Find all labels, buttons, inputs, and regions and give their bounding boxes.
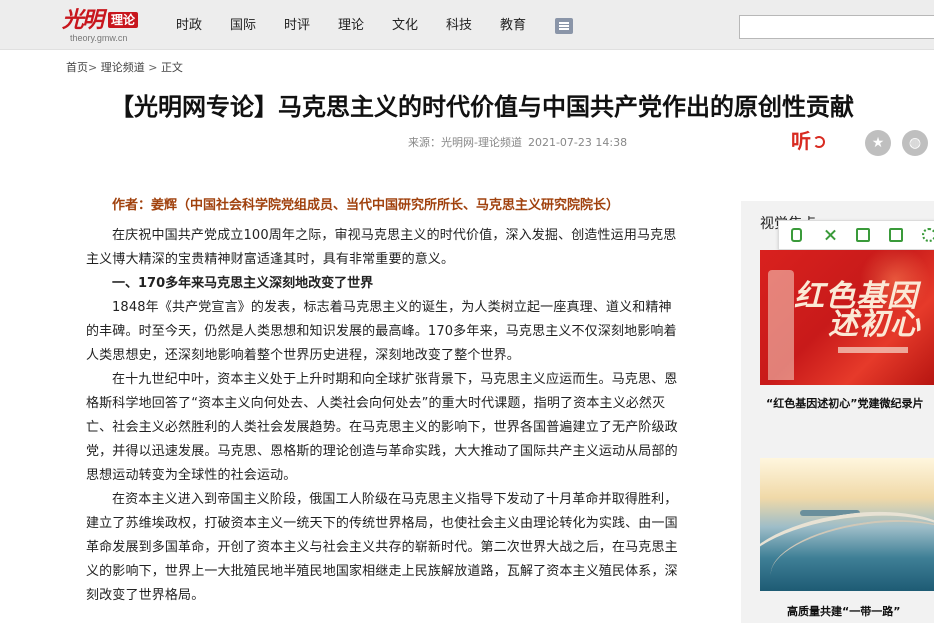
logo-subtitle: theory.gmw.cn xyxy=(70,33,128,43)
focus-caption-red-gene[interactable]: “红色基因述初心”党建微纪录片 xyxy=(766,397,923,411)
article-section-heading: 一、170多年来马克思主义深刻地改变了世界 xyxy=(112,276,374,291)
nav-item-politics[interactable]: 时政 xyxy=(176,18,202,34)
search-input[interactable] xyxy=(739,15,934,39)
breadcrumb-channel[interactable]: 理论频道 xyxy=(101,61,145,74)
nav-item-commentary[interactable]: 时评 xyxy=(284,18,310,34)
focus-image-belt-road[interactable] xyxy=(760,458,934,591)
phone-icon[interactable] xyxy=(791,228,802,242)
share-icon[interactable] xyxy=(889,228,903,242)
article-paragraph: 1848年《共产党宣言》的发表，标志着马克思主义的诞生，为人类树立起一座真理、道… xyxy=(86,300,677,363)
article-paragraph: 在庆祝中国共产党成立100周年之际，审视马克思主义的时代价值，深入发掘、创造性运… xyxy=(86,228,677,267)
listen-label: 听 xyxy=(791,129,811,153)
gear-icon[interactable] xyxy=(922,228,934,242)
favorite-star-icon[interactable]: ★ xyxy=(865,130,891,156)
wechat-share-icon[interactable]: ◍ xyxy=(902,130,928,156)
floating-toolbar xyxy=(778,220,934,250)
top-nav-bar: 光明 理论 theory.gmw.cn 时政 国际 时评 理论 文化 科技 教育 xyxy=(0,0,934,50)
article-title: 【光明网专论】马克思主义的时代价值与中国共产党作出的原创性贡献 xyxy=(110,93,854,121)
image-logos-strip xyxy=(838,347,908,353)
image-text-line-2: 述初心 xyxy=(828,307,921,342)
nav-item-international[interactable]: 国际 xyxy=(230,18,256,34)
nav-item-theory[interactable]: 理论 xyxy=(338,18,364,34)
breadcrumb-home[interactable]: 首页 xyxy=(66,61,88,74)
sound-wave-icon xyxy=(813,136,825,148)
nav-item-culture[interactable]: 文化 xyxy=(392,18,418,34)
article-body: 作者：姜辉（中国社会科学院党组成员、当代中国研究所所长、马克思主义研究院院长） … xyxy=(86,197,678,608)
image-decoration xyxy=(768,270,794,380)
article-paragraph: 在十九世纪中叶，资本主义处于上升时期和向全球扩张背景下，马克思主义应运而生。马克… xyxy=(86,372,678,483)
save-icon[interactable] xyxy=(856,228,870,242)
article-date: 2021-07-23 14:38 xyxy=(527,136,628,149)
logo-tag: 理论 xyxy=(108,12,139,28)
breadcrumb-current: 正文 xyxy=(160,61,183,74)
breadcrumb: 首页> 理论频道 > 正文 xyxy=(66,61,183,75)
site-logo[interactable]: 光明 理论 theory.gmw.cn xyxy=(62,8,142,44)
breadcrumb-separator: > xyxy=(148,61,158,74)
focus-caption-belt-road[interactable]: 高质量共建“一带一路” xyxy=(787,605,900,619)
article-paragraph: 在资本主义进入到帝国主义阶段，俄国工人阶级在马克思主义指导下发动了十月革命并取得… xyxy=(86,492,678,603)
article-author: 作者：姜辉（中国社会科学院党组成员、当代中国研究所所长、马克思主义研究院院长） xyxy=(112,198,620,213)
article-source: 来源：光明网-理论频道 xyxy=(408,136,522,149)
listen-icon[interactable]: 听 xyxy=(791,129,831,155)
focus-image-red-gene[interactable]: 红色基因 述初心 xyxy=(760,250,934,385)
nav-item-education[interactable]: 教育 xyxy=(500,18,526,34)
menu-icon[interactable] xyxy=(555,18,573,34)
breadcrumb-separator: > xyxy=(88,61,98,74)
logo-mark: 光明 xyxy=(62,7,104,33)
article-meta: 来源：光明网-理论频道 2021-07-23 14:38 xyxy=(408,136,627,150)
expand-icon[interactable] xyxy=(823,228,837,242)
nav-item-technology[interactable]: 科技 xyxy=(446,18,472,34)
